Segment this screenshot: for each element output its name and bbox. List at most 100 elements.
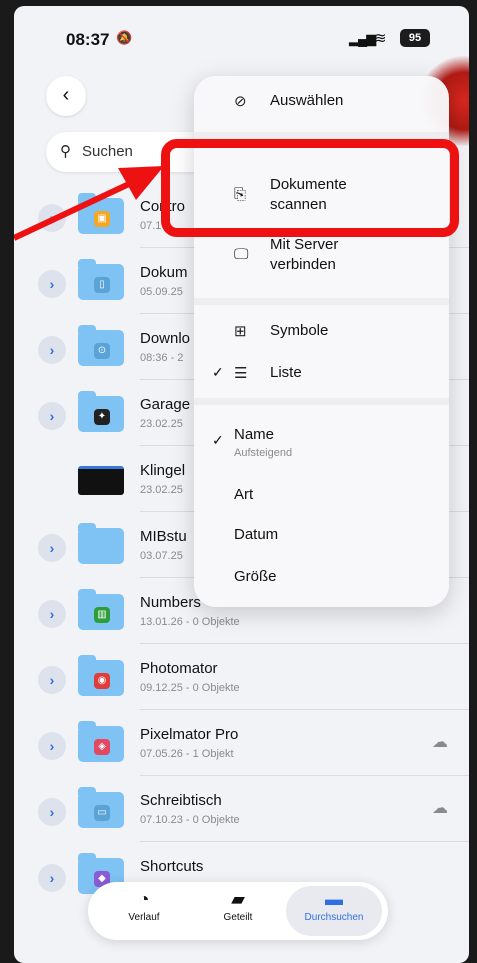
menu-item-label: Auswählen xyxy=(270,92,344,109)
folder-icon: ▬ xyxy=(325,889,343,909)
chevron-right-icon[interactable]: › xyxy=(38,204,66,232)
menu-item-select[interactable]: ⊘ Auswählen xyxy=(194,92,449,120)
folder-icon: ⊙ xyxy=(78,325,124,366)
device-thumbnail-icon xyxy=(78,466,124,495)
chevron-right-icon[interactable]: › xyxy=(38,798,66,826)
tab-bar: ◔ Verlauf ▰ Geteilt ▬ Durchsuchen xyxy=(88,882,388,940)
menu-item-label: Liste xyxy=(270,364,302,381)
menu-divider xyxy=(194,298,449,305)
file-meta: 08:36 - 2 xyxy=(140,352,184,364)
folder-icon: ▭ xyxy=(78,787,124,828)
file-meta: 09.12.25 - 0 Objekte xyxy=(140,682,240,694)
file-name: Downlo xyxy=(140,330,191,347)
file-name: Dokum xyxy=(140,264,188,281)
menu-item-list[interactable]: ✓ ☰ Liste xyxy=(194,364,449,392)
chevron-right-icon[interactable]: › xyxy=(38,270,66,298)
menu-item-icons[interactable]: ⊞ Symbole xyxy=(194,322,449,350)
menu-item-connect-server[interactable]: 🖵 Mit Server verbinden xyxy=(194,236,449,280)
status-bar: 08:37 🔕 ▂▄▆ ≋ 95 xyxy=(14,6,469,66)
chevron-right-icon[interactable]: › xyxy=(38,600,66,628)
tab-label: Durchsuchen xyxy=(304,912,364,923)
menu-item-sort-date[interactable]: Datum xyxy=(194,526,449,554)
checkmark-icon: ✓ xyxy=(212,364,224,380)
tab-label: Geteilt xyxy=(223,912,253,923)
photomator-app-icon: ◉ xyxy=(94,673,110,689)
menu-item-label: Datum xyxy=(234,526,279,543)
file-name: Pixelmator Pro xyxy=(140,726,239,743)
cloud-download-icon[interactable]: ☁ xyxy=(429,732,451,754)
file-meta: 13.01.26 - 0 Objekte xyxy=(140,616,240,628)
status-time: 08:37 xyxy=(66,30,110,49)
chevron-right-icon[interactable]: › xyxy=(38,864,66,892)
back-button[interactable]: ‹ xyxy=(46,76,86,116)
menu-divider xyxy=(194,398,449,405)
folder-icon: ◈ xyxy=(78,721,124,762)
numbers-app-icon: ▥ xyxy=(94,607,110,623)
menu-item-label: Art xyxy=(234,486,254,503)
download-icon: ⊙ xyxy=(94,343,110,359)
tab-browse[interactable]: ▬ Durchsuchen xyxy=(286,886,382,936)
menu-item-label: Symbole xyxy=(270,322,329,339)
silent-bell-icon: 🔕 xyxy=(116,30,133,45)
folder-icon: ✦ xyxy=(78,391,124,432)
checkmark-icon: ✓ xyxy=(212,432,224,448)
battery-indicator: 95 xyxy=(400,29,430,47)
menu-item-sort-kind[interactable]: Art xyxy=(194,486,449,514)
grid-icon: ⊞ xyxy=(234,323,247,340)
folder-icon: ▥ xyxy=(78,589,124,630)
chevron-right-icon[interactable]: › xyxy=(38,732,66,760)
file-meta: 07.10.23 - 0 Objekte xyxy=(140,814,240,826)
menu-item-sort-size[interactable]: Größe xyxy=(194,568,449,596)
file-meta: 23.02.25 xyxy=(140,484,183,496)
file-meta: 23.02.25 xyxy=(140,418,183,430)
chevron-right-icon[interactable]: › xyxy=(38,534,66,562)
wifi-icon: ≋ xyxy=(374,30,387,47)
file-meta: 07.1 xyxy=(140,220,162,232)
menu-item-sublabel: Aufsteigend xyxy=(234,447,293,459)
checkmark-circle-icon: ⊘ xyxy=(234,93,247,110)
menu-item-label: Mit Server xyxy=(270,236,339,253)
phone-screen: 08:37 🔕 ▂▄▆ ≋ 95 ‹ ⚲ Suchen › ▣ Contro 0… xyxy=(14,6,469,963)
list-item[interactable]: › ◉ Photomator 09.12.25 - 0 Objekte xyxy=(14,644,469,710)
tab-recents[interactable]: ◔ Verlauf xyxy=(96,886,192,936)
desktop-icon: ▭ xyxy=(94,805,110,821)
file-name: Shortcuts xyxy=(140,858,204,875)
app-badge-icon: ▣ xyxy=(94,211,110,227)
tab-label: Verlauf xyxy=(128,912,160,923)
chevron-right-icon[interactable]: › xyxy=(38,402,66,430)
search-icon: ⚲ xyxy=(60,143,71,160)
file-meta: 07.05.26 - 1 Objekt xyxy=(140,748,234,760)
highlight-box xyxy=(161,139,459,237)
document-icon: ▯ xyxy=(94,277,110,293)
monitor-icon: 🖵 xyxy=(234,246,249,263)
file-meta: 03.07.25 xyxy=(140,550,183,562)
shared-folder-icon: ▰ xyxy=(231,889,245,909)
folder-icon: ◉ xyxy=(78,655,124,696)
list-icon: ☰ xyxy=(234,365,248,382)
folder-icon: ▣ xyxy=(78,193,124,234)
menu-item-label: verbinden xyxy=(270,256,336,273)
list-item[interactable]: › ◈ Pixelmator Pro 07.05.26 - 1 Objekt ☁ xyxy=(14,710,469,776)
clock-icon: ◔ xyxy=(138,889,150,909)
signal-icon: ▂▄▆ xyxy=(349,31,376,46)
menu-item-label: Größe xyxy=(234,568,277,585)
list-item[interactable]: › ▭ Schreibtisch 07.10.23 - 0 Objekte ☁ xyxy=(14,776,469,842)
search-placeholder: Suchen xyxy=(82,143,133,160)
menu-item-sort-name[interactable]: ✓ Name Aufsteigend xyxy=(194,426,449,466)
folder-icon xyxy=(78,523,124,564)
menu-divider xyxy=(194,132,449,139)
file-name: Garage xyxy=(140,396,191,413)
file-name: Photomator xyxy=(140,660,218,677)
file-name: Numbers xyxy=(140,594,201,611)
menu-item-label: Name xyxy=(234,426,275,443)
chevron-right-icon[interactable]: › xyxy=(38,336,66,364)
garageband-icon: ✦ xyxy=(94,409,110,425)
cloud-download-icon[interactable]: ☁ xyxy=(429,798,451,820)
folder-icon: ▯ xyxy=(78,259,124,300)
chevron-right-icon[interactable]: › xyxy=(38,666,66,694)
tab-shared[interactable]: ▰ Geteilt xyxy=(190,886,286,936)
pixelmator-app-icon: ◈ xyxy=(94,739,110,755)
file-name: Schreibtisch xyxy=(140,792,222,809)
file-name: MIBstu xyxy=(140,528,187,545)
file-name: Klingel xyxy=(140,462,186,479)
